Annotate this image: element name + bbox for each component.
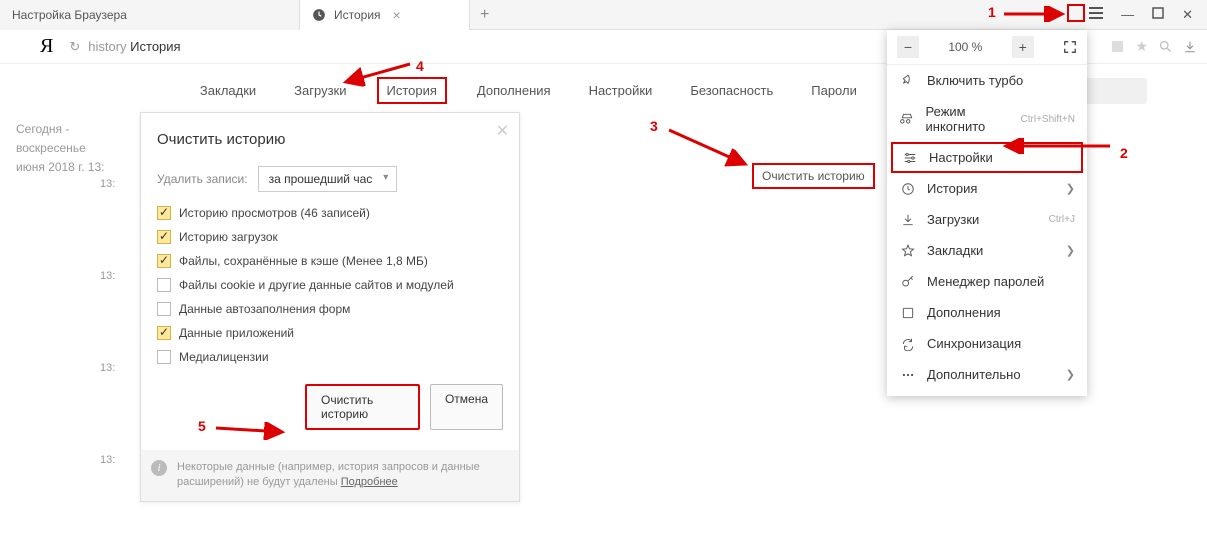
new-tab-button[interactable]: + xyxy=(470,6,499,24)
zoom-in-button[interactable]: + xyxy=(1012,36,1034,58)
checkbox-media-licenses[interactable]: Медиалицензии xyxy=(157,350,503,364)
zoom-value: 100 % xyxy=(948,40,982,54)
arrow-icon xyxy=(665,126,755,170)
annotation-box-1-target xyxy=(1067,4,1085,22)
chevron-right-icon: ❯ xyxy=(1066,182,1075,195)
tab-title: Настройка Браузера xyxy=(12,8,127,22)
dots-icon xyxy=(899,368,917,382)
minimize-button[interactable]: — xyxy=(1121,7,1134,23)
checkbox-icon xyxy=(157,326,171,340)
chevron-right-icon: ❯ xyxy=(1066,368,1075,381)
download-icon xyxy=(899,213,917,227)
menu-incognito[interactable]: Режим инкогнито Ctrl+Shift+N xyxy=(887,96,1087,142)
fullscreen-icon[interactable] xyxy=(1063,40,1077,54)
menu-settings[interactable]: Настройки xyxy=(891,142,1083,173)
checkbox-cookies[interactable]: Файлы cookie и другие данные сайтов и мо… xyxy=(157,278,503,292)
browser-menu: − 100 % + Включить турбо Режим инкогнито… xyxy=(887,30,1087,396)
nav-passwords[interactable]: Пароли xyxy=(803,79,865,102)
key-icon xyxy=(899,275,917,289)
rocket-icon xyxy=(899,74,917,88)
checkbox-browsing-history[interactable]: Историю просмотров (46 записей) xyxy=(157,206,503,220)
history-time-column: 13: 13: 13: 13: xyxy=(100,178,115,546)
star-icon xyxy=(899,244,917,258)
download-icon[interactable] xyxy=(1183,40,1197,54)
checkbox-icon xyxy=(157,302,171,316)
checkbox-cache[interactable]: Файлы, сохранённые в кэше (Менее 1,8 МБ) xyxy=(157,254,503,268)
nav-addons[interactable]: Дополнения xyxy=(469,79,559,102)
chevron-right-icon: ❯ xyxy=(1066,244,1075,257)
annotation-3: 3 xyxy=(650,118,658,134)
puzzle-icon xyxy=(899,306,917,320)
info-icon: i xyxy=(151,460,167,476)
checkbox-icon xyxy=(157,254,171,268)
shield-icon[interactable] xyxy=(1110,39,1125,54)
checkbox-app-data[interactable]: Данные приложений xyxy=(157,326,503,340)
zoom-row: − 100 % + xyxy=(887,30,1087,65)
checkbox-icon xyxy=(157,350,171,364)
checkbox-icon xyxy=(157,278,171,292)
close-window-button[interactable]: ✕ xyxy=(1182,7,1193,23)
menu-addons[interactable]: Дополнения xyxy=(887,297,1087,328)
menu-history[interactable]: История ❯ xyxy=(887,173,1087,204)
dialog-footer: i Некоторые данные (например, история за… xyxy=(141,450,519,501)
clear-history-dialog: ✕ Очистить историю Удалить записи: за пр… xyxy=(140,112,520,502)
menu-turbo[interactable]: Включить турбо xyxy=(887,65,1087,96)
tab-history[interactable]: История × xyxy=(300,0,470,30)
yandex-logo-icon[interactable]: Я xyxy=(40,35,53,58)
address-text[interactable]: history История xyxy=(88,39,180,54)
nav-history[interactable]: История xyxy=(377,77,447,104)
checkbox-icon xyxy=(157,230,171,244)
delete-range-select[interactable]: за прошедший час xyxy=(258,166,398,192)
zoom-out-button[interactable]: − xyxy=(897,36,919,58)
menu-password-manager[interactable]: Менеджер паролей xyxy=(887,266,1087,297)
clear-history-link[interactable]: Очистить историю xyxy=(752,163,875,189)
dialog-title: Очистить историю xyxy=(157,131,503,148)
maximize-button[interactable] xyxy=(1152,7,1164,23)
incognito-icon xyxy=(899,112,916,126)
sliders-icon xyxy=(901,151,919,165)
window-controls: — ✕ xyxy=(1089,7,1207,23)
search-icon[interactable] xyxy=(1158,39,1173,54)
tab-settings-browser[interactable]: Настройка Браузера xyxy=(0,0,300,30)
dialog-close-icon[interactable]: ✕ xyxy=(496,121,509,141)
sync-icon xyxy=(899,337,917,351)
close-icon[interactable]: × xyxy=(393,7,401,23)
menu-sync[interactable]: Синхронизация xyxy=(887,328,1087,359)
checkbox-autofill[interactable]: Данные автозаполнения форм xyxy=(157,302,503,316)
annotation-2: 2 xyxy=(1120,145,1128,161)
reload-icon[interactable]: ↻ xyxy=(69,39,80,55)
nav-settings[interactable]: Настройки xyxy=(581,79,661,102)
hamburger-icon[interactable] xyxy=(1089,7,1103,23)
nav-security[interactable]: Безопасность xyxy=(682,79,781,102)
clock-icon xyxy=(312,8,326,22)
checkbox-icon xyxy=(157,206,171,220)
learn-more-link[interactable]: Подробнее xyxy=(341,476,398,488)
delete-range-label: Удалить записи: xyxy=(157,172,248,186)
menu-bookmarks[interactable]: Закладки ❯ xyxy=(887,235,1087,266)
menu-more[interactable]: Дополнительно ❯ xyxy=(887,359,1087,390)
titlebar: Настройка Браузера История × + — ✕ xyxy=(0,0,1207,30)
nav-bookmarks[interactable]: Закладки xyxy=(192,79,264,102)
clock-icon xyxy=(899,182,917,196)
menu-downloads[interactable]: Загрузки Ctrl+J xyxy=(887,204,1087,235)
tab-title: История xyxy=(334,8,381,22)
clear-history-button[interactable]: Очистить историю xyxy=(305,384,420,430)
bookmark-star-icon[interactable]: ★ xyxy=(1135,38,1148,55)
checkbox-download-history[interactable]: Историю загрузок xyxy=(157,230,503,244)
nav-downloads[interactable]: Загрузки xyxy=(286,79,354,102)
history-date-heading: Сегодня - воскресенье июня 2018 г. 13: xyxy=(0,120,140,178)
cancel-button[interactable]: Отмена xyxy=(430,384,503,430)
